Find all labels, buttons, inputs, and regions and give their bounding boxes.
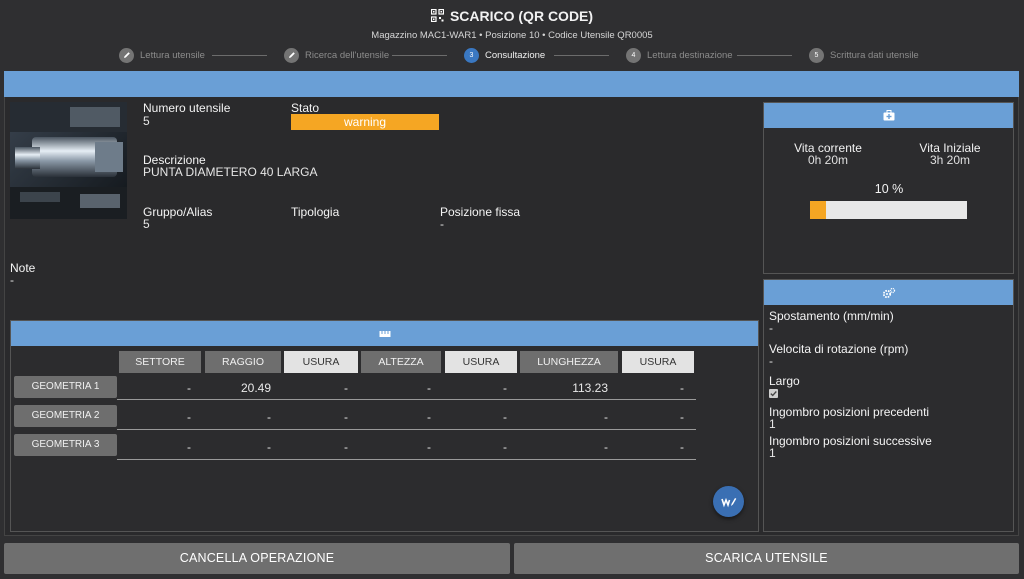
spostamento-value: - [769,321,773,335]
page-title: SCARICO (QR CODE) [0,8,1024,24]
step-number: 3 [464,47,479,63]
life-progress-track [810,201,967,219]
geometry-card-header [11,321,758,346]
edit-measures-button[interactable] [713,486,744,517]
step-label: Ricerca dell'utensile [305,49,390,61]
step-3[interactable]: 3 Consultazione [464,47,545,63]
col-usura-altezza: USURA [445,351,517,373]
stato-label: Stato [291,101,320,115]
table-cell: - [503,381,507,395]
table-cell: - [503,410,507,424]
vita-corrente-value: 0h 20m [807,153,849,167]
step-4[interactable]: 4 Lettura destinazione [626,47,733,63]
col-altezza: ALTEZZA [361,351,441,373]
step-1[interactable]: Lettura utensile [119,47,205,63]
col-lunghezza: LUNGHEZZA [520,351,618,373]
table-cell: - [187,381,191,395]
table-cell: - [187,440,191,454]
gruppo-label: Gruppo/Alias [143,205,213,219]
step-connector [554,55,609,56]
col-usura-lunghezza: USURA [622,351,694,373]
qr-code-icon [430,9,444,22]
table-cell: - [344,440,348,454]
vita-iniziale-value: 3h 20m [929,153,971,167]
posizione-label: Posizione fissa [440,205,521,219]
check-icon [770,391,777,397]
table-cell: 20.49 [240,381,271,395]
step-label: Consultazione [485,49,546,61]
tipologia-label: Tipologia [291,205,340,219]
table-cell: - [187,410,191,424]
medkit-icon [883,110,894,121]
successive-label: Ingombro posizioni successive [769,434,932,448]
step-connector [392,55,447,56]
step-5[interactable]: 5 Scrittura dati utensile [809,47,919,63]
table-cell: - [680,410,684,424]
table-cell: - [503,440,507,454]
table-cell: - [427,381,431,395]
row-divider [117,399,696,400]
descrizione-value: PUNTA DIAMETERO 40 LARGA [143,165,318,179]
velocita-value: - [769,354,773,368]
ruler-icon [379,330,390,337]
spostamento-label: Spostamento (mm/min) [769,309,894,323]
velocita-label: Velocita di rotazione (rpm) [769,342,909,356]
step-connector [212,55,267,56]
geometry-row-1-button[interactable]: GEOMETRIA 1 [14,376,117,398]
note-value: - [10,273,14,287]
table-cell: - [680,440,684,454]
largo-checkbox [769,389,778,398]
step-2[interactable]: Ricerca dell'utensile [284,47,389,63]
numero-label: Numero utensile [143,101,231,115]
edit-measure-icon [720,497,736,508]
tool-image [10,102,127,219]
step-label: Lettura utensile [140,49,205,61]
table-cell: 113.23 [572,381,608,395]
life-progress-fill [810,201,826,219]
panel-header-bar [4,71,1019,97]
page-subtitle: Magazzino MAC1-WAR1 • Posizione 10 • Cod… [371,30,653,41]
table-cell: - [427,410,431,424]
cancel-operation-button[interactable]: CANCELLA OPERAZIONE [4,543,510,574]
gears-icon [882,287,895,298]
row-divider [117,429,696,430]
table-cell: - [427,440,431,454]
step-number: 5 [809,47,824,63]
numero-value: 5 [143,114,150,128]
step-label: Lettura destinazione [647,49,733,61]
pencil-icon [119,47,134,63]
col-settore: SETTORE [119,351,201,373]
table-cell: - [267,410,271,424]
unload-tool-button[interactable]: SCARICA UTENSILE [514,543,1019,574]
status-badge: warning [291,114,439,130]
params-card-header [764,280,1013,305]
life-percent-text: 10 % [874,182,904,196]
largo-label: Largo [769,374,800,388]
step-label: Scrittura dati utensile [830,49,919,61]
geometry-row-3-button[interactable]: GEOMETRIA 3 [14,434,117,456]
row-divider [117,459,696,460]
step-number: 4 [626,47,641,63]
table-cell: - [344,381,348,395]
table-cell: - [604,410,608,424]
geometry-row-2-button[interactable]: GEOMETRIA 2 [14,405,117,427]
col-usura-raggio: USURA [284,351,358,373]
table-cell: - [680,381,684,395]
page-title-text: SCARICO (QR CODE) [449,8,594,24]
table-cell: - [267,440,271,454]
gruppo-value: 5 [143,217,150,231]
col-raggio: RAGGIO [205,351,281,373]
tool-life-card-header [764,103,1013,128]
table-cell: - [604,440,608,454]
precedenti-label: Ingombro posizioni precedenti [769,405,930,419]
precedenti-value: 1 [769,417,776,431]
pencil-icon [284,47,299,63]
successive-value: 1 [769,446,776,460]
step-connector [737,55,792,56]
posizione-value: - [440,217,444,231]
table-cell: - [344,410,348,424]
